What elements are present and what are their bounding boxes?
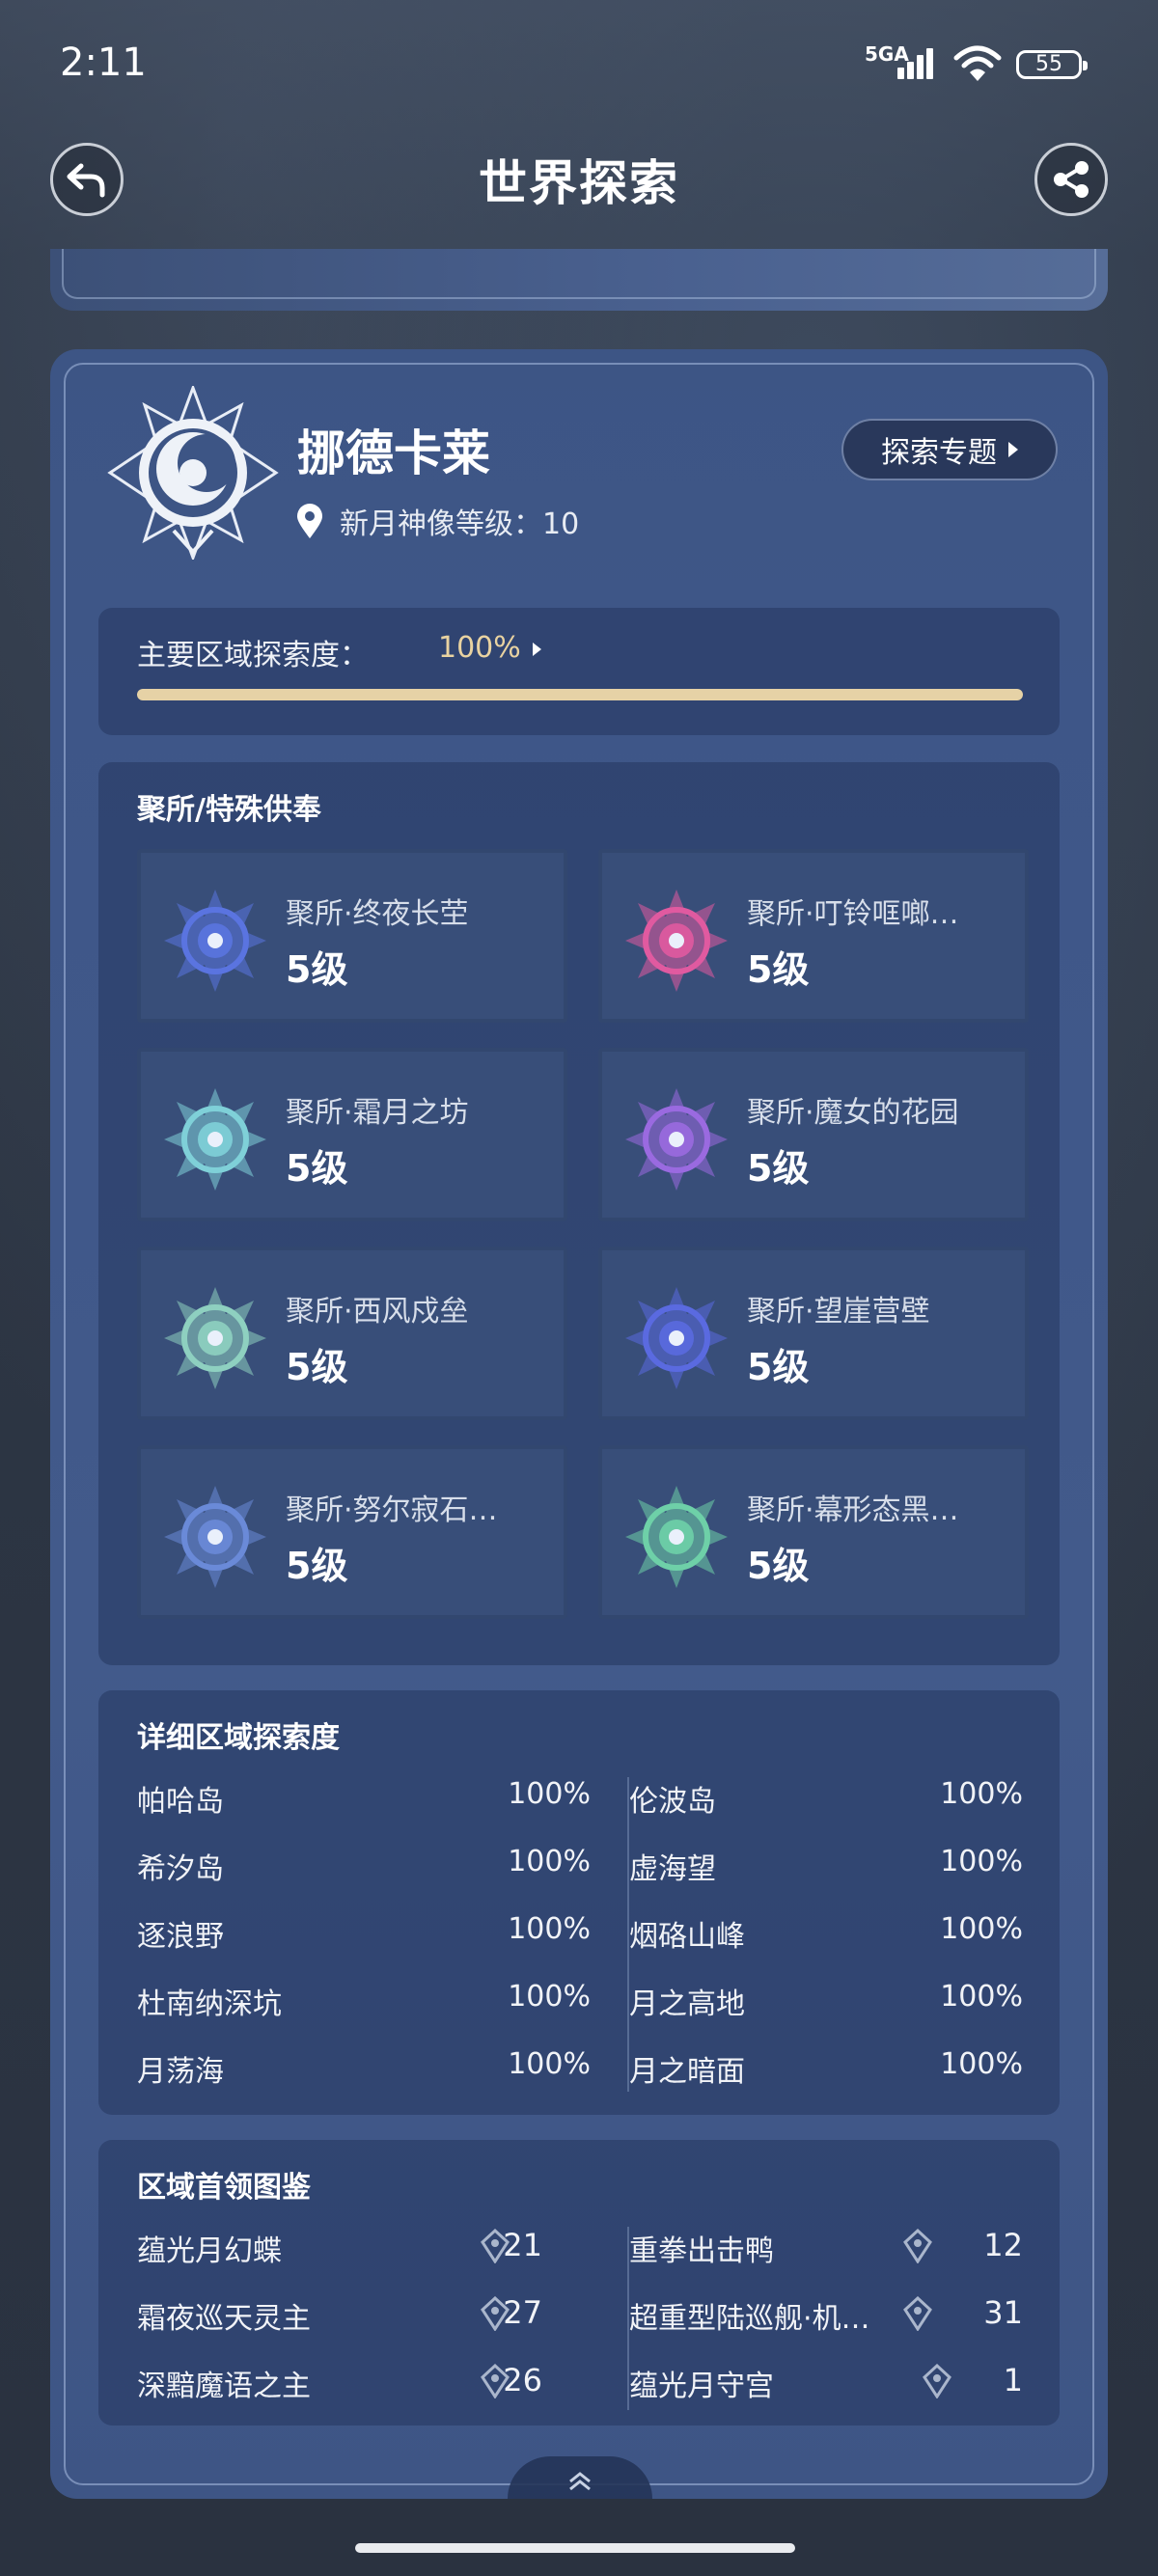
area-name: 月之高地: [629, 1987, 745, 2021]
blue-compass-icon: [164, 890, 266, 992]
area-percent: 100%: [940, 1912, 1023, 1946]
camp-level: 5级: [747, 948, 810, 991]
camp-level: 5级: [286, 1147, 348, 1190]
area-name: 杜南纳深坑: [137, 1987, 282, 2021]
area-name: 帕哈岛: [137, 1785, 224, 1819]
camp-card[interactable]: 聚所·魔女的花园 5级: [598, 1048, 1029, 1221]
cliff-compass-icon: [625, 1287, 728, 1389]
area-name: 月之暗面: [629, 2055, 745, 2089]
boss-count: 1: [1003, 2362, 1023, 2398]
main-exploration-panel[interactable]: 主要区域探索度： 100%: [98, 608, 1060, 735]
camp-name: 聚所·望崖营壁: [747, 1295, 930, 1329]
camp-name: 聚所·西风戍垒: [286, 1295, 469, 1329]
area-percent: 100%: [508, 1845, 591, 1878]
area-name: 希汐岛: [137, 1852, 224, 1886]
boss-count: 21: [503, 2227, 542, 2263]
camps-title: 聚所/特殊供奉: [137, 793, 321, 827]
witch-garden-emblem-icon: [625, 1088, 728, 1191]
wifi-icon: [953, 45, 1002, 81]
home-indicator[interactable]: [355, 2543, 795, 2553]
boss-name: 蕴光月幻蝶: [137, 2234, 282, 2268]
camp-name: 聚所·努尔寂石…: [286, 1494, 498, 1527]
signal-icon: [897, 46, 940, 79]
camp-card[interactable]: 聚所·霜月之坊 5级: [137, 1048, 567, 1221]
camp-level: 5级: [747, 1545, 810, 1587]
area-percent: 100%: [940, 1980, 1023, 2014]
boss-name: 深黯魔语之主: [137, 2370, 311, 2403]
wing-shield-emblem-icon: [164, 1287, 266, 1389]
chevron-up-icon: [569, 2472, 591, 2491]
exploration-topic-button[interactable]: 探索专题: [841, 419, 1058, 480]
previous-region-card[interactable]: [50, 249, 1108, 311]
camp-name: 聚所·终夜长茔: [286, 897, 469, 931]
location-pin-icon: [297, 504, 322, 538]
statue-level: 新月神像等级：10: [340, 507, 580, 541]
region-name: 挪德卡莱: [297, 425, 490, 481]
camp-name: 聚所·叮铃哐啷…: [747, 897, 959, 931]
camp-card[interactable]: 聚所·叮铃哐啷… 5级: [598, 849, 1029, 1023]
camp-level: 5级: [747, 1147, 810, 1190]
area-name: 烟硌山峰: [629, 1920, 745, 1954]
topic-button-label: 探索专题: [881, 436, 997, 470]
share-button[interactable]: [1034, 143, 1108, 216]
boss-count: 27: [503, 2294, 542, 2331]
page-title: 世界探索: [479, 155, 679, 211]
exploration-value: 100%: [438, 631, 521, 665]
area-name: 逐浪野: [137, 1920, 224, 1954]
battery-icon: 55: [1016, 50, 1088, 79]
exploration-progress-bar: [137, 689, 1023, 700]
area-percent: 100%: [940, 2047, 1023, 2081]
camps-panel: 聚所/特殊供奉 聚所·终夜长茔 5级 聚所·叮铃哐啷… 5级 聚所·霜月之坊 5级 聚所·魔…: [98, 762, 1060, 1665]
area-percent: 100%: [508, 1777, 591, 1811]
boss-count: 26: [503, 2362, 542, 2398]
boss-name: 重拳出击鸭: [629, 2234, 774, 2268]
exploration-progress-fill: [137, 689, 1023, 700]
camp-level: 5级: [747, 1346, 810, 1388]
share-icon: [1054, 161, 1089, 198]
camp-card[interactable]: 聚所·望崖营壁 5级: [598, 1247, 1029, 1420]
area-name: 伦波岛: [629, 1785, 716, 1819]
status-time: 2:11: [60, 41, 147, 85]
boss-trophy-icon: [903, 2228, 932, 2264]
frost-moon-emblem-icon: [164, 1088, 266, 1191]
boss-count: 12: [983, 2227, 1023, 2263]
boss-panel: 区域首领图鉴 蕴光月幻蝶 21 霜夜巡天灵主 27 深黯魔语之主 26 重拳出击鸭 12 超重型…: [98, 2140, 1060, 2425]
stone-diamond-icon: [164, 1486, 266, 1588]
boss-count: 31: [983, 2294, 1023, 2331]
status-bar: 2:11 5GA 55: [0, 0, 1158, 125]
chevron-right-icon: [1008, 442, 1018, 457]
boss-trophy-icon: [923, 2363, 951, 2399]
camp-card[interactable]: 聚所·努尔寂石… 5级: [137, 1445, 567, 1619]
boss-trophy-icon: [903, 2295, 932, 2332]
exploration-label: 主要区域探索度：: [137, 639, 369, 672]
camp-name: 聚所·魔女的花园: [747, 1096, 959, 1130]
area-name: 月荡海: [137, 2055, 224, 2089]
area-percent: 100%: [940, 1845, 1023, 1878]
region-card: 挪德卡莱 新月神像等级：10 探索专题 主要区域探索度： 100% 聚所/特殊供…: [50, 349, 1108, 2499]
camp-card[interactable]: 聚所·幕形态黑… 5级: [598, 1445, 1029, 1619]
pink-heart-emblem-icon: [625, 890, 728, 992]
boss-title: 区域首领图鉴: [137, 2171, 311, 2205]
camp-name: 聚所·幕形态黑…: [747, 1494, 959, 1527]
boss-name: 霜夜巡天灵主: [137, 2302, 311, 2336]
camp-card[interactable]: 聚所·西风戍垒 5级: [137, 1247, 567, 1420]
region-emblem-icon: [107, 386, 279, 560]
camp-name: 聚所·霜月之坊: [286, 1096, 469, 1130]
tree-emblem-icon: [625, 1486, 728, 1588]
camp-level: 5级: [286, 1545, 348, 1587]
boss-name: 超重型陆巡舰·机…: [629, 2302, 870, 2336]
camp-card[interactable]: 聚所·终夜长茔 5级: [137, 849, 567, 1023]
area-percent: 100%: [508, 1912, 591, 1946]
collapse-button[interactable]: [508, 2456, 652, 2499]
detail-exploration-panel: 详细区域探索度 帕哈岛 100% 希汐岛 100% 逐浪野 100% 杜南纳深坑 100% 月荡…: [98, 1690, 1060, 2115]
area-percent: 100%: [940, 1777, 1023, 1811]
chevron-right-icon: [533, 643, 541, 656]
boss-name: 蕴光月守宫: [629, 2370, 774, 2403]
area-name: 虚海望: [629, 1852, 716, 1886]
camp-level: 5级: [286, 948, 348, 991]
detail-title: 详细区域探索度: [137, 1721, 340, 1755]
area-percent: 100%: [508, 1980, 591, 2014]
camp-level: 5级: [286, 1346, 348, 1388]
area-percent: 100%: [508, 2047, 591, 2081]
